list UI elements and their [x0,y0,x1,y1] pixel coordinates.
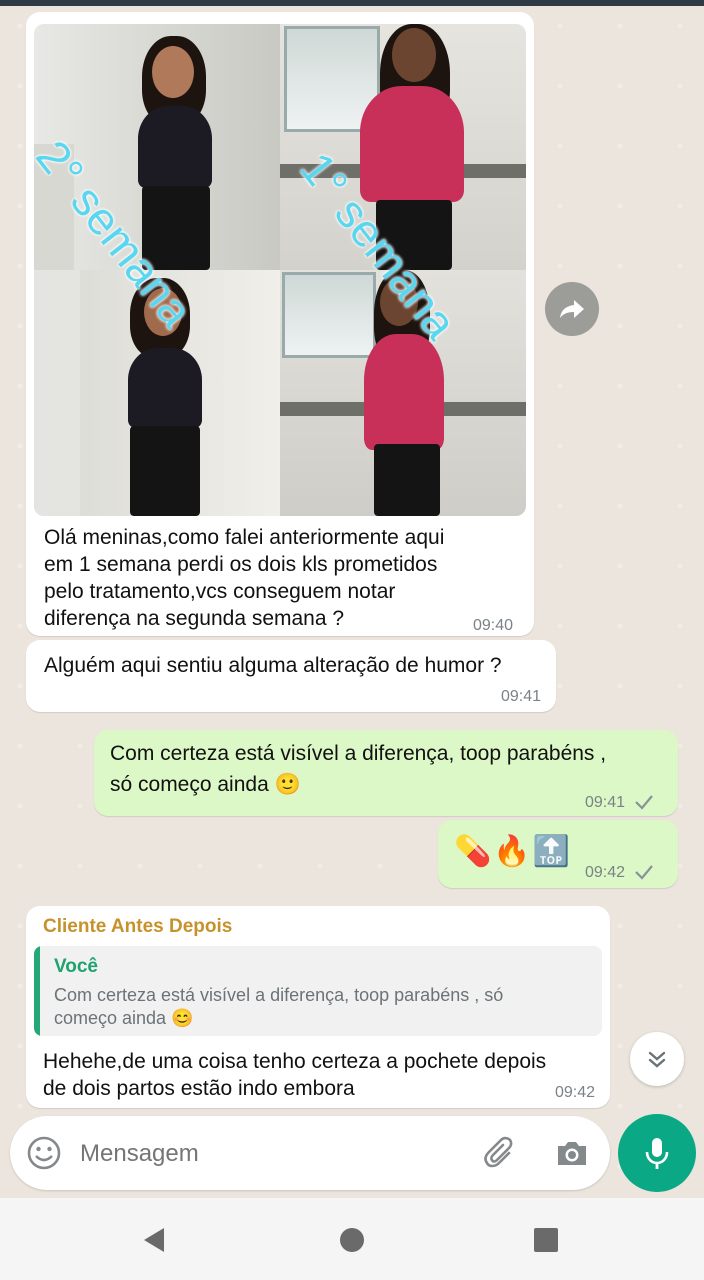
message-text: Com certeza está visível a diferença, to… [110,740,606,798]
message-line: Com certeza está visível a diferença, to… [110,742,607,765]
scroll-down-button[interactable] [630,1032,684,1086]
quoted-line: começo ainda 😊 [54,1008,194,1028]
mic-icon [645,1138,669,1169]
sender-name[interactable]: Cliente Antes Depois [43,916,232,938]
image-message[interactable]: 2° semana 1° semana Olá meninas,como fal… [26,12,534,636]
outgoing-emoji-message[interactable]: 💊🔥🔝 09:42 [438,820,678,888]
outgoing-message[interactable]: Com certeza está visível a diferença, to… [94,730,678,816]
message-time: 09:41 [501,688,542,705]
back-triangle-icon[interactable] [140,1226,168,1254]
emoji-icon[interactable] [26,1135,62,1171]
camera-icon[interactable] [554,1135,590,1171]
message-line: só começo ainda 🙂 [110,773,301,796]
recents-square-icon[interactable] [533,1227,559,1253]
message-time: 09:41 [585,794,626,811]
message-line: de dois partos estão indo embora [43,1077,355,1100]
photo-collage[interactable] [34,24,526,516]
quoted-line: Com certeza está visível a diferença, to… [54,985,504,1005]
text-message[interactable]: Alguém aqui sentiu alguma alteração de h… [26,640,556,712]
image-caption: Olá meninas,como falei anteriormente aqu… [44,524,524,632]
forward-icon [560,300,584,318]
quoted-author: Você [54,956,99,977]
double-chevron-down-icon [648,1051,666,1068]
paperclip-icon[interactable] [482,1135,518,1171]
quoted-text: Com certeza está visível a diferença, to… [54,984,503,1030]
message-composer[interactable] [10,1116,610,1190]
chat-area[interactable]: 2° semana 1° semana Olá meninas,como fal… [0,6,704,1198]
message-time: 09:42 [555,1084,596,1101]
message-time: 09:40 [473,617,514,634]
message-text: Hehehe,de uma coisa tenho certeza a poch… [43,1048,546,1102]
single-check-icon [635,865,653,880]
message-time: 09:42 [585,864,626,881]
message-input[interactable] [78,1134,462,1174]
voice-record-button[interactable] [618,1114,696,1192]
message-text: Alguém aqui sentiu alguma alteração de h… [44,654,502,677]
home-circle-icon[interactable] [339,1227,365,1253]
emoji-content: 💊🔥🔝 [454,835,573,868]
quoted-message[interactable]: Você Com certeza está visível a diferenç… [34,946,602,1036]
caption-line: Olá meninas,como falei anteriormente aqu… [44,526,445,549]
caption-line: diferença na segunda semana ? [44,607,345,630]
forward-button[interactable] [545,282,599,336]
caption-line: pelo tratamento,vcs conseguem notar [44,580,396,603]
system-navigation-bar [0,1198,704,1280]
message-line: Hehehe,de uma coisa tenho certeza a poch… [43,1050,547,1073]
reply-message[interactable]: Cliente Antes Depois Você Com certeza es… [26,906,610,1108]
single-check-icon [635,795,653,810]
quote-bar [34,946,40,1036]
caption-line: em 1 semana perdi os dois kls prometidos [44,553,438,576]
